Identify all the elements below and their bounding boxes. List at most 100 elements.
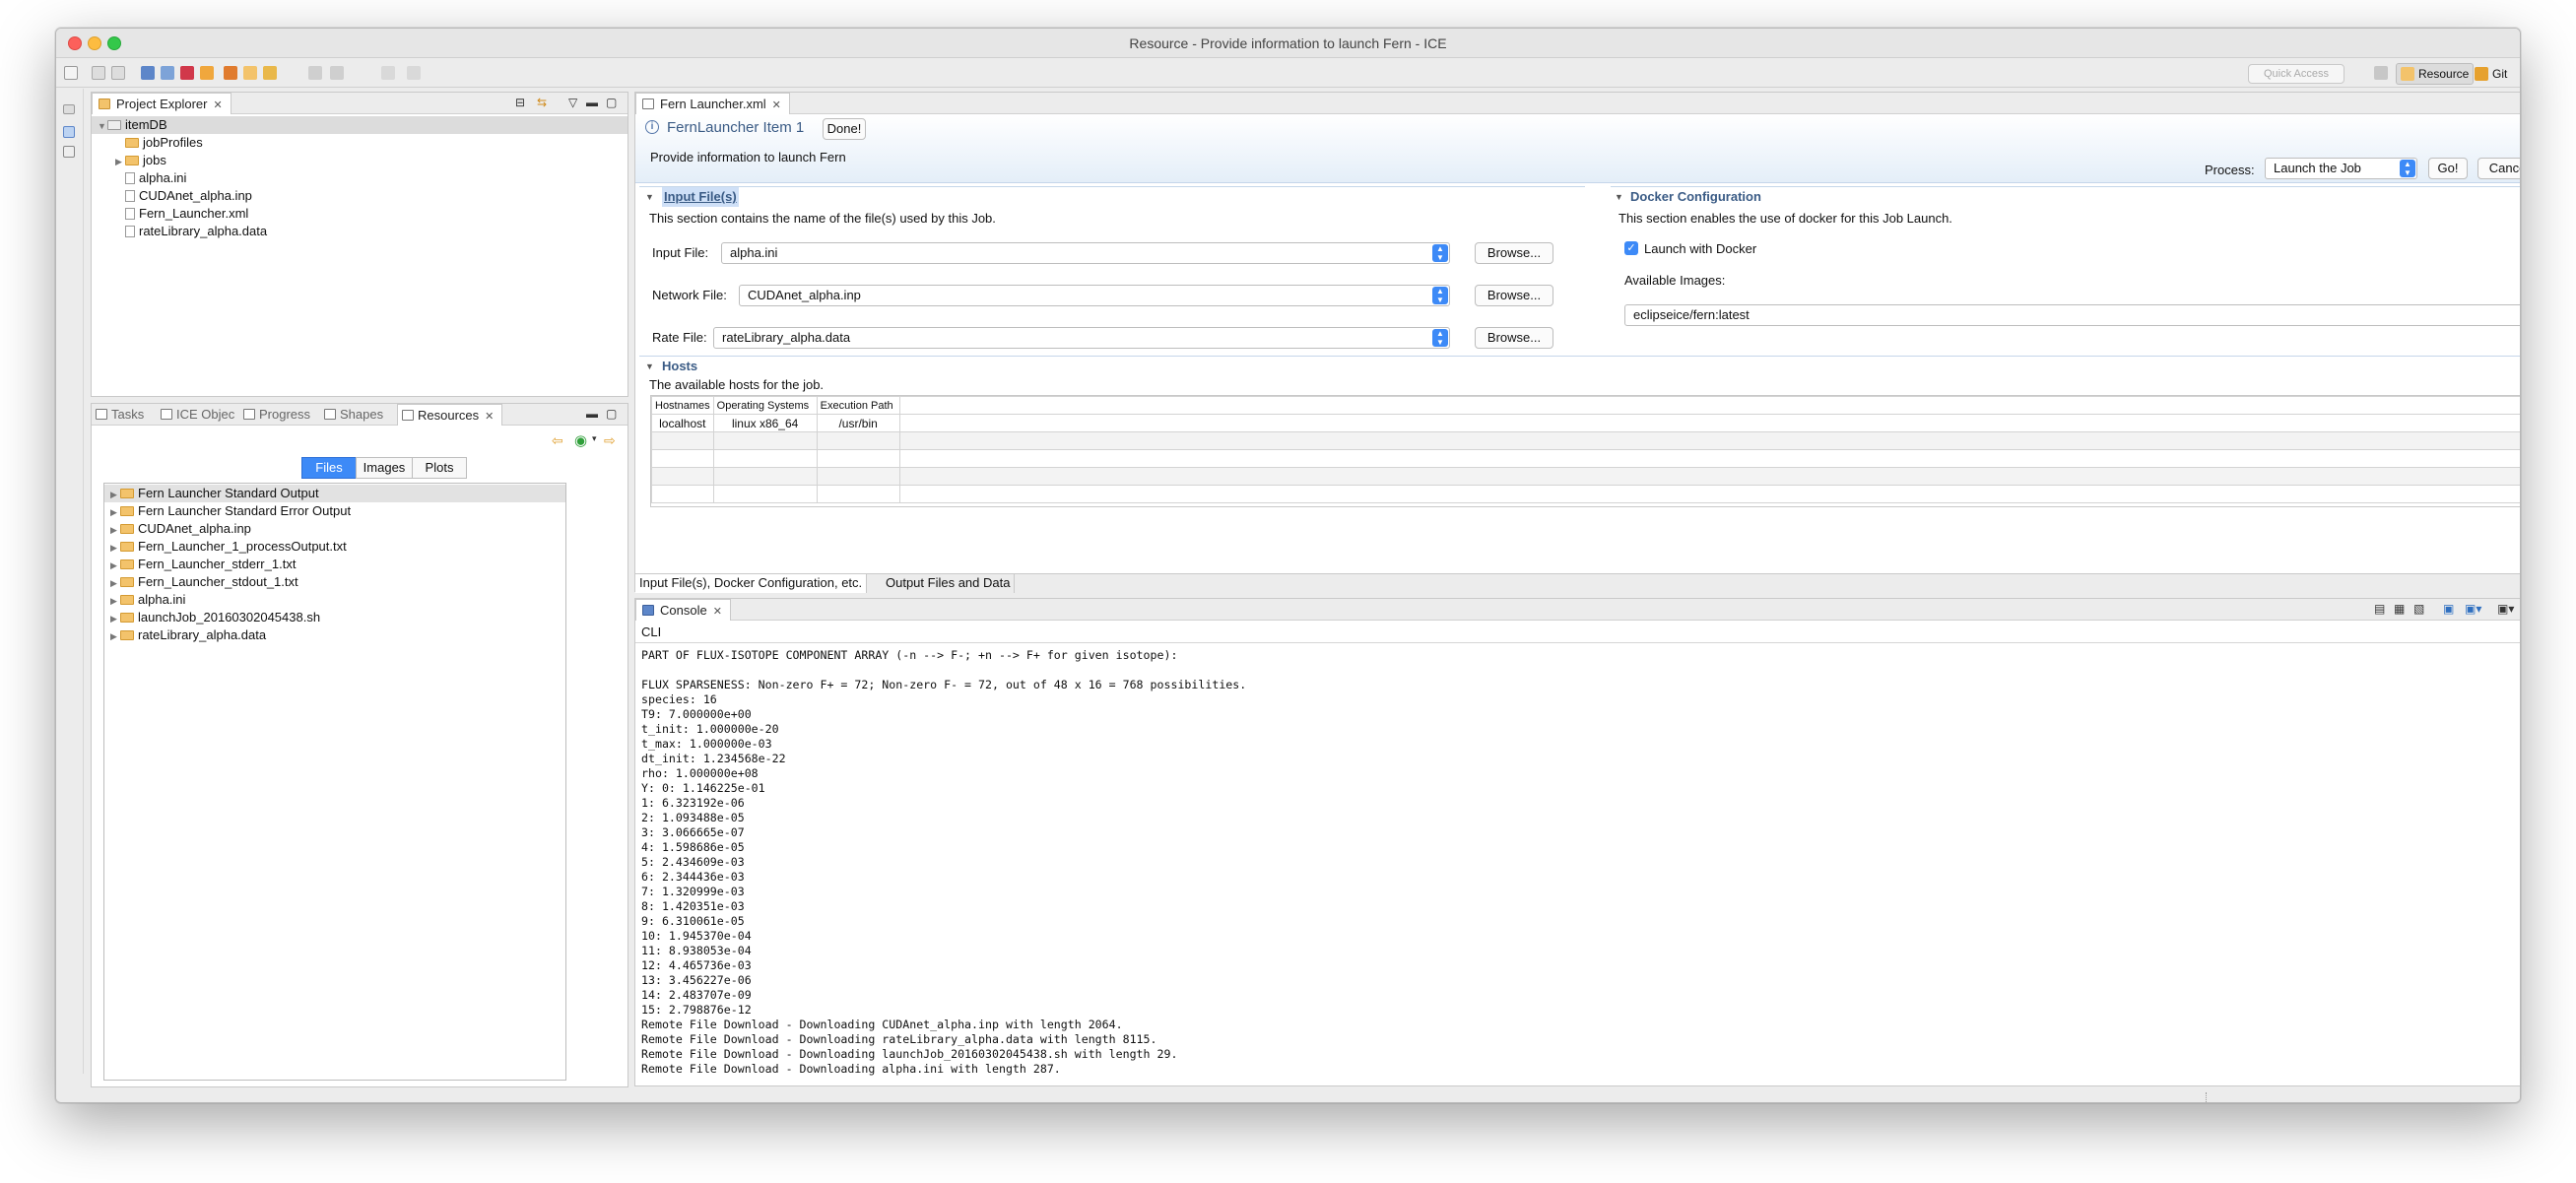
file-list-item[interactable]: ▶ CUDAnet_alpha.inp xyxy=(104,520,565,538)
tree-item[interactable]: jobProfiles xyxy=(92,134,203,152)
editor-page-tab[interactable]: Input File(s), Docker Configuration, etc… xyxy=(635,574,868,593)
table-cell[interactable]: linux x86_64 xyxy=(712,414,818,432)
restore-icon[interactable] xyxy=(63,104,75,114)
browse-button[interactable]: Browse... xyxy=(1475,327,1553,349)
docker-section-toggle-icon[interactable]: ▼ xyxy=(1615,187,1623,207)
close-window-button[interactable] xyxy=(68,36,82,50)
go-button[interactable]: Go! xyxy=(2428,158,2468,179)
hosts-section-toggle-icon[interactable]: ▼ xyxy=(645,357,654,376)
maximize-icon[interactable]: ▢ xyxy=(606,96,617,109)
open-folder-icon[interactable] xyxy=(243,66,257,80)
close-icon[interactable]: ✕ xyxy=(213,99,222,111)
collapsed-triangle-icon[interactable]: ▶ xyxy=(110,592,120,610)
tree-item[interactable]: alpha.ini xyxy=(92,169,186,187)
tab-console[interactable]: Console ✕ xyxy=(635,599,731,621)
table-cell[interactable]: localhost xyxy=(651,414,714,432)
file-select[interactable]: alpha.ini ▲ ▼ xyxy=(721,242,1450,264)
cancel-button[interactable]: Cancel xyxy=(2477,158,2520,179)
tree-item[interactable]: ▶ jobs xyxy=(92,152,166,169)
tree-item[interactable]: Fern_Launcher.xml xyxy=(92,205,248,223)
perspective-resource[interactable]: Resource xyxy=(2396,63,2475,85)
collapsed-triangle-icon[interactable]: ▶ xyxy=(110,557,120,574)
chart-icon[interactable] xyxy=(161,66,174,80)
process-select[interactable]: Launch the Job ▲ ▼ xyxy=(2265,158,2417,179)
forward-arrow-icon[interactable]: ⇨ xyxy=(604,432,616,449)
scroll-lock-icon[interactable]: ▦ xyxy=(2394,602,2405,616)
minimize-window-button[interactable] xyxy=(88,36,101,50)
table-cell[interactable]: /usr/bin xyxy=(816,414,900,432)
close-icon[interactable]: ✕ xyxy=(713,606,722,618)
collapsed-triangle-icon[interactable]: ▶ xyxy=(110,539,120,557)
file-select[interactable]: CUDAnet_alpha.inp ▲ ▼ xyxy=(739,285,1450,306)
launch-docker-label[interactable]: Launch with Docker xyxy=(1644,241,1756,256)
column-header[interactable]: Operating Systems xyxy=(712,396,818,415)
collapsed-triangle-icon[interactable]: ▶ xyxy=(110,627,120,645)
segment-files[interactable]: Files xyxy=(301,457,357,479)
column-header[interactable]: Execution Path xyxy=(816,396,900,415)
properties-icon[interactable] xyxy=(63,146,75,158)
file-list-item[interactable]: ▶ Fern_Launcher_stdout_1.txt xyxy=(104,573,565,591)
console-output[interactable]: PART OF FLUX-ISOTOPE COMPONENT ARRAY (-n… xyxy=(641,648,2513,1077)
view-menu-icon[interactable]: ▽ xyxy=(568,96,577,109)
minimize-icon[interactable]: ▬ xyxy=(586,96,598,109)
import-icon[interactable] xyxy=(200,66,214,80)
save-all-icon[interactable] xyxy=(111,66,125,80)
tree-root-itemdb[interactable]: ▼ itemDB xyxy=(92,116,627,134)
ice-item-icon[interactable] xyxy=(141,66,155,80)
tab-fern-launcher-xml[interactable]: Fern Launcher.xml ✕ xyxy=(635,93,790,114)
file-list-item[interactable]: ▶ Fern_Launcher_stderr_1.txt xyxy=(104,556,565,573)
pin-console-icon[interactable]: ▣ xyxy=(2443,602,2454,616)
nav-back-icon[interactable] xyxy=(308,66,322,80)
display-console-icon[interactable]: ▣▾ xyxy=(2465,602,2481,616)
tab-resources[interactable]: Resources ✕ xyxy=(397,404,503,426)
launch-docker-checkbox[interactable]: ✓ xyxy=(1624,241,1638,255)
docker-section-title[interactable]: Docker Configuration xyxy=(1630,187,1761,207)
word-wrap-icon[interactable]: ▧ xyxy=(2413,602,2424,616)
column-header[interactable]: Hostnames xyxy=(651,396,714,415)
grid-icon[interactable] xyxy=(180,66,194,80)
tab-progress[interactable]: Progress xyxy=(239,404,318,426)
new-icon[interactable] xyxy=(64,66,78,80)
clear-console-icon[interactable]: ▤ xyxy=(2374,602,2385,616)
file-select[interactable]: rateLibrary_alpha.data ▲ ▼ xyxy=(713,327,1450,349)
tab-project-explorer[interactable]: Project Explorer ✕ xyxy=(92,93,231,114)
nav-forward-icon[interactable] xyxy=(330,66,344,80)
segment-images[interactable]: Images xyxy=(356,457,413,479)
collapsed-triangle-icon[interactable]: ▶ xyxy=(115,153,125,170)
tab-ice-objec[interactable]: ICE Objec xyxy=(157,404,242,426)
quick-access-input[interactable]: Quick Access xyxy=(2248,64,2345,84)
tree-item[interactable]: rateLibrary_alpha.data xyxy=(92,223,267,240)
collapse-all-icon[interactable]: ⊟ xyxy=(515,96,525,109)
file-list-item[interactable]: ▶ Fern Launcher Standard Error Output xyxy=(104,502,565,520)
file-list-item[interactable]: ▶ rateLibrary_alpha.data xyxy=(104,626,565,644)
segment-plots[interactable]: Plots xyxy=(412,457,467,479)
next-edit-icon[interactable] xyxy=(407,66,421,80)
perspective-git[interactable]: Git xyxy=(2470,63,2512,85)
maximize-icon[interactable]: ▢ xyxy=(606,407,617,421)
zoom-window-button[interactable] xyxy=(107,36,121,50)
file-list-item[interactable]: ▶ launchJob_20160302045438.sh xyxy=(104,609,565,626)
close-icon[interactable]: ✕ xyxy=(772,99,781,111)
expanded-triangle-icon[interactable]: ▼ xyxy=(98,117,107,135)
tree-item[interactable]: CUDAnet_alpha.inp xyxy=(92,187,252,205)
tools-icon[interactable] xyxy=(263,66,277,80)
done-button[interactable]: Done! xyxy=(823,118,866,140)
file-list-item[interactable]: ▶ Fern_Launcher_1_processOutput.txt xyxy=(104,538,565,556)
back-arrow-icon[interactable]: ⇦ xyxy=(552,432,563,449)
tab-tasks[interactable]: Tasks xyxy=(92,404,152,426)
editor-page-tab[interactable]: Output Files and Data xyxy=(882,574,1016,593)
file-list-item[interactable]: ▶ Fern Launcher Standard Output xyxy=(104,485,565,502)
collapsed-triangle-icon[interactable]: ▶ xyxy=(110,610,120,627)
prev-edit-icon[interactable] xyxy=(381,66,395,80)
close-icon[interactable]: ✕ xyxy=(485,411,494,423)
dropdown-icon[interactable]: ▾ xyxy=(592,433,597,444)
file-list-item[interactable]: ▶ alpha.ini xyxy=(104,591,565,609)
browse-button[interactable]: Browse... xyxy=(1475,285,1553,306)
play-icon[interactable]: ◉ xyxy=(574,431,587,449)
table-row[interactable]: localhost linux x86_64/usr/bin xyxy=(651,414,2520,432)
save-icon[interactable] xyxy=(92,66,105,80)
collapsed-triangle-icon[interactable]: ▶ xyxy=(110,486,120,503)
hosts-section-title[interactable]: Hosts xyxy=(662,357,697,376)
collapsed-triangle-icon[interactable]: ▶ xyxy=(110,574,120,592)
open-console-icon[interactable]: ▣▾ xyxy=(2497,602,2514,616)
